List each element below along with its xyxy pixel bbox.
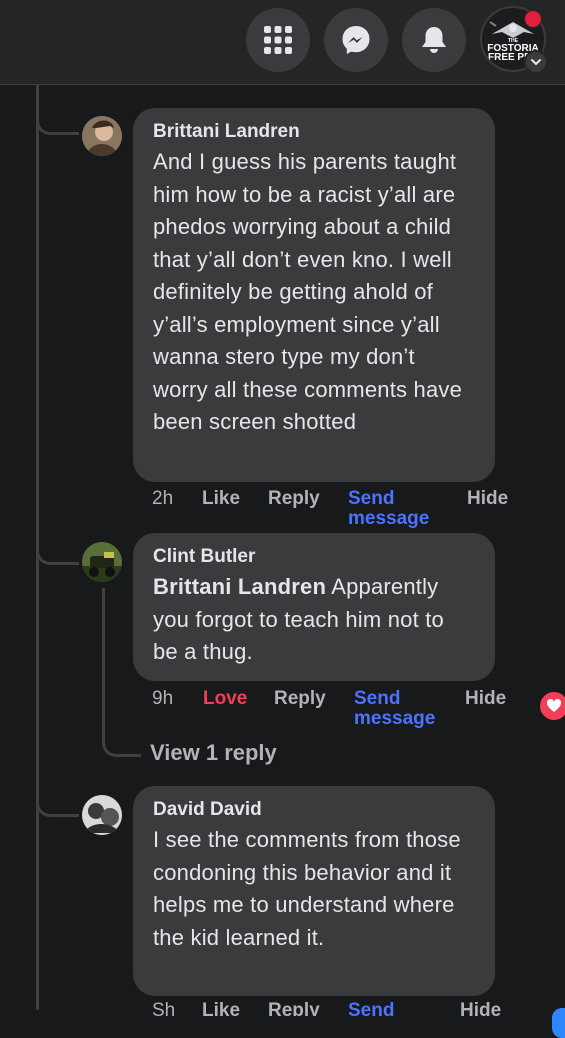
comment-bubble: Clint Butler Brittani Landren Apparently… (133, 533, 495, 681)
view-replies-link[interactable]: View 1 reply (150, 740, 277, 766)
comment-author[interactable]: Clint Butler (153, 545, 475, 569)
comment-author[interactable]: Brittani Landren (153, 120, 475, 144)
avatar[interactable] (82, 116, 122, 156)
send-message-link[interactable]: Send (348, 1002, 394, 1016)
love-reaction-badge[interactable] (538, 690, 565, 722)
comment-text: I see the comments from those condoning … (153, 827, 461, 950)
menu-button[interactable] (246, 8, 310, 72)
love-reaction-button[interactable]: Love (203, 688, 247, 710)
like-button[interactable]: Like (202, 1002, 240, 1016)
avatar-photo-icon (82, 542, 122, 582)
avatar[interactable] (82, 795, 122, 835)
comment-bubble: Brittani Landren And I guess his parents… (133, 108, 495, 482)
avatar[interactable] (82, 542, 122, 582)
messenger-button[interactable] (324, 8, 388, 72)
messenger-icon (342, 26, 370, 54)
reply-thread-connector (102, 720, 141, 757)
thread-connector (36, 520, 79, 565)
bell-icon (422, 27, 446, 53)
hide-button[interactable]: Hide (460, 1002, 501, 1016)
like-button[interactable]: Like (202, 488, 240, 510)
notifications-button[interactable] (402, 8, 466, 72)
comment-bubble: David David I see the comments from thos… (133, 786, 495, 996)
notification-badge (524, 10, 542, 28)
heart-icon (546, 698, 562, 712)
comment-timestamp[interactable]: 9h (152, 688, 173, 710)
avatar-photo-icon (82, 116, 122, 156)
comment-author[interactable]: David David (153, 798, 475, 822)
hide-button[interactable]: Hide (465, 688, 506, 710)
account-menu-button[interactable] (524, 50, 548, 74)
send-message-link-line2[interactable]: message (348, 509, 429, 528)
top-navigation-bar: THE FOSTORIA FREE PRE (0, 0, 565, 85)
reply-button[interactable]: Reply (268, 488, 320, 510)
comment-timestamp[interactable]: 2h (152, 488, 173, 510)
thread-connector (36, 770, 79, 817)
comment-timestamp[interactable]: Sh (152, 1002, 175, 1016)
avatar-photo-icon (82, 795, 122, 835)
comment-actions-partial: Sh Like Reply Send Hide (152, 1002, 512, 1016)
comment-text: Brittani Landren Apparently you forgot t… (153, 571, 475, 669)
mention-link[interactable]: Brittani Landren (153, 574, 326, 599)
edge-chat-bubble[interactable] (552, 1008, 565, 1038)
reply-thread-line (102, 588, 105, 738)
hide-button[interactable]: Hide (467, 488, 508, 510)
comment-text: And I guess his parents taught him how t… (153, 149, 463, 434)
chevron-down-icon (531, 59, 541, 66)
reply-button[interactable]: Reply (268, 1002, 320, 1016)
send-message-link-line1[interactable]: Send (348, 489, 394, 508)
send-message-link-line1[interactable]: Send (354, 689, 400, 708)
thread-connector (36, 100, 79, 135)
grid-menu-icon (264, 26, 292, 54)
reply-button[interactable]: Reply (274, 688, 326, 710)
send-message-link-line2[interactable]: message (354, 709, 435, 728)
